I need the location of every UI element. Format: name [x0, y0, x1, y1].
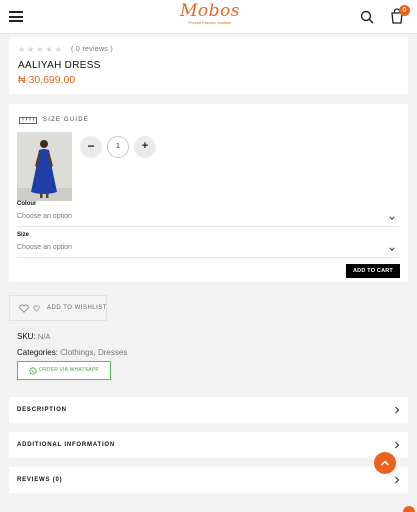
quantity-decrease-button[interactable]: − [80, 136, 102, 158]
category-separator: , [93, 348, 96, 357]
rating-stars: ★★★★★ [18, 45, 64, 54]
categories-label: Categories: [17, 348, 58, 357]
accordion-reviews[interactable]: REVIEWS (0) [9, 467, 408, 493]
product-title: AALIYAH DRESS [18, 60, 101, 71]
product-summary-card: ★★★★★ ( 0 reviews ) AALIYAH DRESS ₦ 30,6… [9, 37, 408, 94]
search-icon[interactable] [360, 10, 374, 24]
cart-count-badge: 0 [399, 5, 410, 16]
whatsapp-icon [29, 367, 37, 375]
colour-select[interactable]: Choose an option [17, 209, 399, 227]
site-logo[interactable]: Mobos Pursuit Fashion Institute [170, 1, 250, 26]
accordion-additional-information[interactable]: ADDITIONAL INFORMATION [9, 432, 408, 458]
quantity-input[interactable]: 1 [107, 136, 129, 158]
heart-icon [19, 304, 29, 313]
chevron-right-icon [395, 441, 400, 449]
chevron-down-icon [389, 216, 395, 220]
colour-select-value: Choose an option [17, 213, 72, 220]
whatsapp-label: ORDER VIA WHATSAPP [39, 367, 99, 373]
accordion-description[interactable]: DESCRIPTION [9, 397, 408, 423]
arrow-up-icon [380, 460, 390, 466]
product-price: ₦ 30,699.00 [18, 74, 76, 86]
ruler-icon [19, 117, 37, 124]
colour-label: Colour [17, 201, 37, 207]
add-to-wishlist-button[interactable]: ADD TO WISHLIST [9, 295, 107, 321]
size-select-value: Choose an option [17, 244, 72, 251]
product-options-card: SIZE GUIDE − 1 + Colour Choose an option… [9, 104, 408, 282]
order-via-whatsapp-button[interactable]: ORDER VIA WHATSAPP [17, 361, 111, 380]
quantity-increase-button[interactable]: + [134, 136, 156, 158]
accordion-label: ADDITIONAL INFORMATION [17, 442, 116, 448]
chevron-down-icon [389, 247, 395, 251]
categories-line: Categories: Clothings, Dresses [17, 348, 127, 357]
accordion-label: DESCRIPTION [17, 407, 67, 413]
size-label: Size [17, 232, 30, 238]
product-image[interactable] [17, 132, 72, 201]
category-link[interactable]: Dresses [98, 348, 127, 357]
sku-label: SKU: [17, 332, 36, 341]
chevron-right-icon [395, 476, 400, 484]
chat-widget-edge[interactable] [403, 506, 415, 512]
reviews-count-link[interactable]: ( 0 reviews ) [71, 46, 113, 53]
site-header: Mobos Pursuit Fashion Institute 0 [0, 0, 417, 34]
sku-line: SKU: N/A [17, 332, 50, 341]
menu-icon[interactable] [9, 11, 23, 22]
chevron-right-icon [395, 406, 400, 414]
sku-value: N/A [37, 332, 51, 341]
back-to-top-button[interactable] [374, 452, 396, 474]
add-to-cart-button[interactable]: ADD TO CART [346, 264, 400, 278]
heart-icon [33, 305, 40, 312]
size-guide-label: SIZE GUIDE [43, 117, 90, 123]
size-select[interactable]: Choose an option [17, 240, 399, 258]
category-link[interactable]: Clothings [60, 348, 93, 357]
wishlist-label: ADD TO WISHLIST [47, 305, 107, 311]
logo-text: Mobos [180, 1, 240, 21]
accordion-label: REVIEWS (0) [17, 477, 63, 483]
